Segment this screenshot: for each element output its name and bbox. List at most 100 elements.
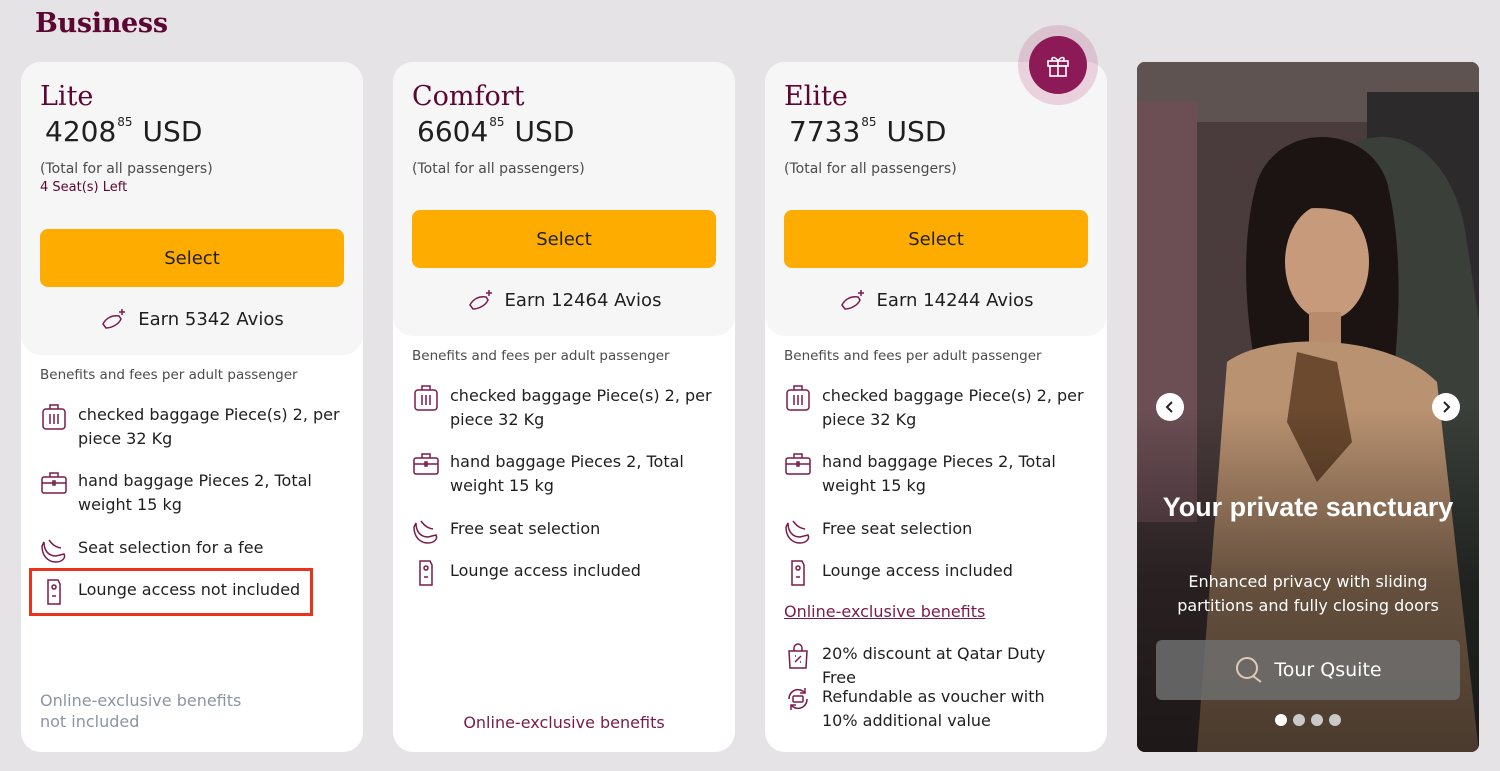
benefit-text: Refundable as voucher with 10% additiona… xyxy=(822,687,1045,730)
promo-title: Your private sanctuary xyxy=(1162,492,1454,522)
benefit-text: Seat selection for a fee xyxy=(78,538,264,557)
benefit-text: 20% discount at Qatar Duty Free xyxy=(822,644,1046,687)
fare-card-lite: Lite 420885 USD (Total for all passengers… xyxy=(21,62,363,752)
benefit-seat: Free seat selection xyxy=(784,517,1084,545)
select-button[interactable]: Select xyxy=(40,229,344,287)
carousel-dot-2[interactable] xyxy=(1293,714,1305,726)
seats-left-badge: 4 Seat(s) Left xyxy=(40,180,128,195)
benefit-text: Lounge access included xyxy=(822,561,1013,580)
lounge-icon xyxy=(791,560,805,586)
hand-baggage-icon xyxy=(785,453,811,475)
fare-name: Elite xyxy=(784,81,848,112)
avios-text: Earn 14244 Avios xyxy=(876,289,1034,311)
fare-card-header: Lite 420885 USD (Total for all passengers… xyxy=(21,62,363,355)
benefit-hand-baggage: hand baggage Pieces 2, Total weight 15 k… xyxy=(40,469,340,517)
select-button[interactable]: Select xyxy=(784,210,1088,268)
carousel-next-button[interactable] xyxy=(1432,393,1460,421)
refund-voucher-icon xyxy=(788,688,808,710)
chevron-right-icon xyxy=(1443,401,1451,413)
total-note: (Total for all passengers) xyxy=(40,161,213,177)
benefit-text: hand baggage Pieces 2, Total weight 15 k… xyxy=(450,452,684,495)
price-cents: 85 xyxy=(489,115,505,129)
benefit-lounge: Lounge access included xyxy=(412,559,712,587)
fare-price: 420885 USD xyxy=(45,115,202,148)
avios-text: Earn 5342 Avios xyxy=(138,308,284,330)
benefits-title: Benefits and fees per adult passenger xyxy=(412,348,670,364)
benefit-lounge: Lounge access included xyxy=(784,559,1084,587)
benefit-text: checked baggage Piece(s) 2, per piece 32… xyxy=(78,405,340,448)
price-cents: 85 xyxy=(117,115,133,129)
benefit-text: hand baggage Pieces 2, Total weight 15 k… xyxy=(78,471,312,514)
benefit-text: checked baggage Piece(s) 2, per piece 32… xyxy=(450,386,712,429)
hand-baggage-icon xyxy=(41,472,67,494)
carousel-dot-1[interactable] xyxy=(1275,714,1287,726)
highlight-annotation xyxy=(29,568,313,616)
benefit-text: hand baggage Pieces 2, Total weight 15 k… xyxy=(822,452,1056,495)
price-currency: USD xyxy=(142,115,203,148)
gift-badge-inner xyxy=(1029,36,1087,94)
fare-card-elite: Elite 773385 USD (Total for all passenger… xyxy=(765,62,1107,752)
avios-icon xyxy=(102,309,126,329)
shopping-bag-icon xyxy=(788,643,808,669)
benefit-checked-baggage: checked baggage Piece(s) 2, per piece 32… xyxy=(412,384,712,432)
avios-icon xyxy=(840,290,864,310)
carousel-prev-button[interactable] xyxy=(1156,393,1184,421)
fare-card-header: Comfort 660485 USD (Total for all passeng… xyxy=(393,62,735,336)
price-amount: 7733 xyxy=(789,115,861,148)
benefit-seat: Seat selection for a fee xyxy=(40,536,340,564)
avios-earn: Earn 14244 Avios xyxy=(765,288,1107,312)
benefit-text: Free seat selection xyxy=(822,519,973,538)
benefit-hand-baggage: hand baggage Pieces 2, Total weight 15 k… xyxy=(784,450,1084,498)
carousel-dots xyxy=(1137,714,1479,726)
promo-subtitle: Enhanced privacy with sliding partitions… xyxy=(1177,572,1439,615)
seat-icon xyxy=(41,539,66,563)
fare-name: Comfort xyxy=(412,81,525,112)
gift-badge[interactable] xyxy=(1018,25,1098,105)
price-currency: USD xyxy=(886,115,947,148)
qsuite-logo-icon xyxy=(1236,657,1262,683)
hand-baggage-icon xyxy=(413,453,439,475)
page-title: Business xyxy=(35,8,168,39)
total-note: (Total for all passengers) xyxy=(412,161,585,177)
price-cents: 85 xyxy=(861,115,877,129)
checked-baggage-icon xyxy=(414,385,438,411)
fare-card-comfort: Comfort 660485 USD (Total for all passeng… xyxy=(393,62,735,752)
seat-icon xyxy=(413,520,438,544)
seat-icon xyxy=(785,520,810,544)
fare-name: Lite xyxy=(40,81,94,112)
avios-earn: Earn 5342 Avios xyxy=(21,307,363,331)
benefits-title: Benefits and fees per adult passenger xyxy=(40,367,298,383)
fare-price: 660485 USD xyxy=(417,115,574,148)
checked-baggage-icon xyxy=(42,404,66,430)
benefit-checked-baggage: checked baggage Piece(s) 2, per piece 32… xyxy=(40,403,340,451)
checked-baggage-icon xyxy=(786,385,810,411)
benefit-checked-baggage: checked baggage Piece(s) 2, per piece 32… xyxy=(784,384,1084,432)
carousel-dot-3[interactable] xyxy=(1311,714,1323,726)
avios-earn: Earn 12464 Avios xyxy=(393,288,735,312)
online-exclusive-not-included: Online-exclusive benefits not included xyxy=(40,691,242,731)
benefits-title: Benefits and fees per adult passenger xyxy=(784,348,1042,364)
promo-carousel: Your private sanctuary Enhanced privacy … xyxy=(1137,62,1479,752)
carousel-dot-4[interactable] xyxy=(1329,714,1341,726)
online-exclusive-link[interactable]: Online-exclusive benefits xyxy=(393,713,735,732)
online-exclusive-link[interactable]: Online-exclusive benefits xyxy=(784,602,985,621)
price-amount: 6604 xyxy=(417,115,489,148)
benefit-text: Free seat selection xyxy=(450,519,601,538)
benefit-seat: Free seat selection xyxy=(412,517,712,545)
tour-qsuite-label: Tour Qsuite xyxy=(1274,659,1382,681)
benefit-duty-free: 20% discount at Qatar Duty Free xyxy=(784,642,1084,690)
select-button[interactable]: Select xyxy=(412,210,716,268)
tour-qsuite-button[interactable]: Tour Qsuite xyxy=(1156,640,1460,700)
avios-icon xyxy=(468,290,492,310)
chevron-left-icon xyxy=(1165,401,1173,413)
fare-price: 773385 USD xyxy=(789,115,946,148)
avios-text: Earn 12464 Avios xyxy=(504,289,662,311)
benefit-text: checked baggage Piece(s) 2, per piece 32… xyxy=(822,386,1084,429)
lounge-icon xyxy=(419,560,433,586)
gift-icon xyxy=(1047,56,1069,77)
total-note: (Total for all passengers) xyxy=(784,161,957,177)
benefit-hand-baggage: hand baggage Pieces 2, Total weight 15 k… xyxy=(412,450,712,498)
benefit-text: Lounge access included xyxy=(450,561,641,580)
benefit-refund-voucher: Refundable as voucher with 10% additiona… xyxy=(784,685,1084,733)
price-amount: 4208 xyxy=(45,115,117,148)
